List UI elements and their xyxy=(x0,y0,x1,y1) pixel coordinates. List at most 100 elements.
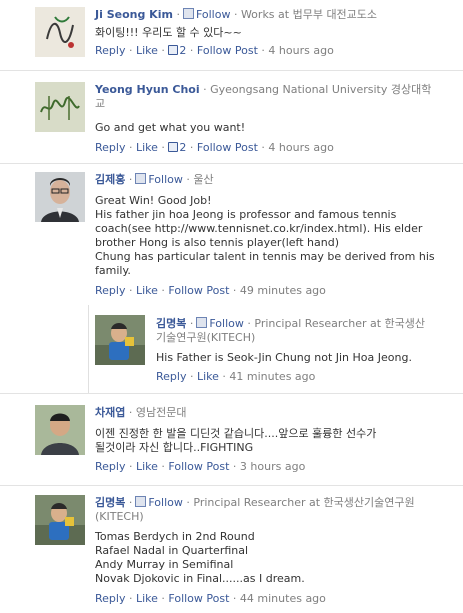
comment-actions: Reply · Like · 2 · Follow Post · 4 hours… xyxy=(95,44,457,58)
separator: · xyxy=(161,141,165,154)
follow-link[interactable]: Follow xyxy=(209,317,244,330)
separator: · xyxy=(128,141,133,154)
avatar[interactable] xyxy=(95,315,145,365)
follow-post-link[interactable]: Follow Post xyxy=(168,284,229,297)
timestamp[interactable]: 49 minutes ago xyxy=(240,284,326,297)
avatar[interactable] xyxy=(35,172,85,222)
comment-text: Great Win! Good Job! His father jin hoa … xyxy=(95,194,457,278)
separator: · xyxy=(189,141,194,154)
comment-text: His Father is Seok-Jin Chung not Jin Hoa… xyxy=(156,351,457,365)
comment-line: His father jin hoa Jeong is professor an… xyxy=(95,208,397,221)
comment-item: Ji Seong Kim · Follow · Works at 법무부 대전교도… xyxy=(0,0,463,70)
comment-line: family. xyxy=(95,264,131,277)
reply-link[interactable]: Reply xyxy=(95,141,125,154)
thumbs-up-icon xyxy=(168,142,179,152)
commenter-meta: 영남전문대 xyxy=(135,406,187,419)
likes-count[interactable]: 2 xyxy=(179,141,186,154)
person-avatar-image xyxy=(35,172,85,222)
commenter-name[interactable]: 김명복 xyxy=(156,317,186,330)
comment-actions: Reply · Like · 2 · Follow Post · 4 hours… xyxy=(95,141,457,155)
separator: · xyxy=(261,141,265,154)
follow-link[interactable]: Follow xyxy=(196,8,231,21)
follow-post-link[interactable]: Follow Post xyxy=(197,141,258,154)
like-link[interactable]: Like xyxy=(136,44,158,57)
comment-text: Tomas Berdych in 2nd Round Rafael Nadal … xyxy=(95,530,457,586)
avatar[interactable] xyxy=(35,82,85,132)
commenter-meta-cont: 기술연구원(KITECH) xyxy=(156,331,256,344)
handwriting-avatar-image xyxy=(35,82,85,132)
separator: · xyxy=(261,44,265,57)
rss-icon xyxy=(135,496,147,507)
comment-actions: Reply · Like · Follow Post · 44 minutes … xyxy=(95,592,457,606)
timestamp[interactable]: 4 hours ago xyxy=(268,44,333,57)
separator: · xyxy=(128,460,133,473)
timestamp[interactable]: 41 minutes ago xyxy=(229,370,315,383)
separator: · xyxy=(222,370,226,383)
follow-link[interactable]: Follow xyxy=(148,496,183,509)
reply-link[interactable]: Reply xyxy=(95,44,125,57)
reply-link[interactable]: Reply xyxy=(156,370,186,383)
comment-line: Rafael Nadal in Quarterfinal xyxy=(95,544,249,557)
timestamp[interactable]: 44 minutes ago xyxy=(240,592,326,605)
commenter-meta: 울산 xyxy=(193,173,214,186)
reply-link[interactable]: Reply xyxy=(95,460,125,473)
timestamp[interactable]: 4 hours ago xyxy=(268,141,333,154)
separator: · xyxy=(128,44,133,57)
timestamp[interactable]: 3 hours ago xyxy=(240,460,305,473)
follow-link[interactable]: Follow xyxy=(148,173,183,186)
commenter-meta: Principal Researcher at 한국생산 xyxy=(254,317,426,330)
comment-line: His Father is Seok-Jin Chung not Jin Hoa… xyxy=(156,351,412,364)
follow-post-link[interactable]: Follow Post xyxy=(168,460,229,473)
separator: · xyxy=(161,592,165,605)
separator: · xyxy=(161,284,165,297)
separator: · xyxy=(189,44,194,57)
separator: · xyxy=(128,496,133,509)
separator: · xyxy=(189,317,194,330)
like-link[interactable]: Like xyxy=(136,284,158,297)
follow-post-link[interactable]: Follow Post xyxy=(197,44,258,57)
separator: · xyxy=(232,284,237,297)
reply-link[interactable]: Reply xyxy=(95,284,125,297)
separator: · xyxy=(128,592,133,605)
separator: · xyxy=(189,370,194,383)
reply-item: 김명복 · Follow · Principal Researcher at 한국… xyxy=(0,305,463,393)
comment-line: Andy Murray in Semifinal xyxy=(95,558,234,571)
rss-icon xyxy=(135,173,147,184)
comment-item: 김제홍 · Follow · 울산 Great Win! Good Job! Hi… xyxy=(0,163,463,306)
commenter-meta: Works at 법무부 대전교도소 xyxy=(240,8,378,21)
commenter-name[interactable]: 김제홍 xyxy=(95,173,125,186)
commenter-name[interactable]: 차재엽 xyxy=(95,406,125,419)
likes-count[interactable]: 2 xyxy=(179,44,186,57)
avatar[interactable] xyxy=(35,7,85,57)
thumbs-up-icon xyxy=(168,45,179,55)
comment-actions: Reply · Like · 41 minutes ago xyxy=(156,370,457,384)
calligraphy-avatar-image xyxy=(35,7,85,57)
follow-post-link[interactable]: Follow Post xyxy=(168,592,229,605)
avatar[interactable] xyxy=(35,405,85,455)
comment-item: 차재엽 · 영남전문대 이젠 진정한 한 발을 디딘것 같습니다....앞으로 … xyxy=(0,393,463,486)
separator: · xyxy=(161,460,165,473)
separator: · xyxy=(128,406,133,419)
separator: · xyxy=(203,83,207,96)
comment-line: Novak Djokovic in Final......as I dream. xyxy=(95,572,305,585)
comment-line: Tomas Berdych in 2nd Round xyxy=(95,530,255,543)
separator: · xyxy=(233,8,238,21)
like-link[interactable]: Like xyxy=(136,592,158,605)
avatar[interactable] xyxy=(35,495,85,545)
commenter-name[interactable]: Yeong Hyun Choi xyxy=(95,83,200,96)
like-link[interactable]: Like xyxy=(136,460,158,473)
comment-line: Chung has particular talent in tennis ma… xyxy=(95,250,435,263)
like-link[interactable]: Like xyxy=(197,370,219,383)
reply-link[interactable]: Reply xyxy=(95,592,125,605)
rss-icon xyxy=(196,317,208,328)
separator: · xyxy=(186,496,190,509)
child-avatar-image xyxy=(35,495,85,545)
commenter-name[interactable]: 김명복 xyxy=(95,496,125,509)
like-link[interactable]: Like xyxy=(136,141,158,154)
commenter-name[interactable]: Ji Seong Kim xyxy=(95,8,173,21)
comment-item: Yeong Hyun Choi · Gyeongsang National Un… xyxy=(0,70,463,164)
commenter-meta-cont: 교 xyxy=(95,97,106,110)
comment-line: 화이팅!!! 우리도 할 수 있다~~ xyxy=(95,26,242,39)
separator: · xyxy=(128,173,133,186)
commenter-meta: Principal Researcher at 한국생산기술연구원 xyxy=(193,496,415,509)
